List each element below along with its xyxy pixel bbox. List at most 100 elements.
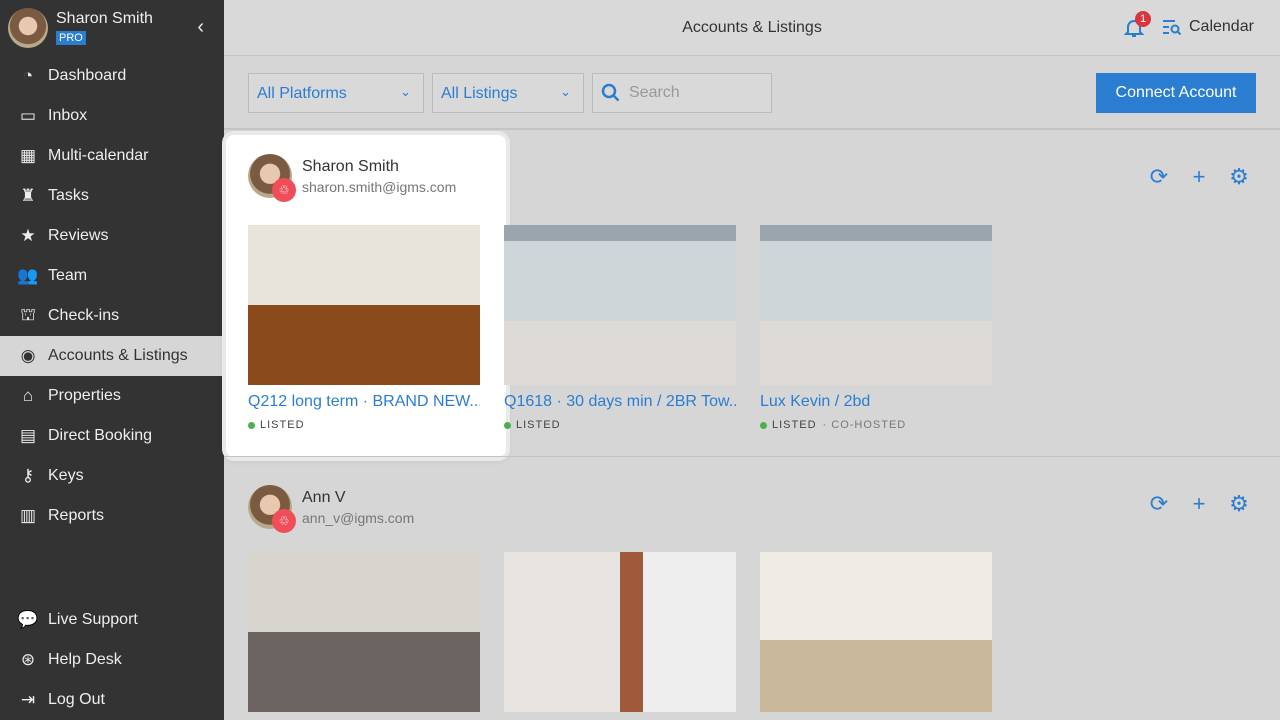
listing-card[interactable]: Lux Kevin / 2bd LISTED · CO-HOSTED <box>760 225 992 431</box>
sidebar-item-label: Check-ins <box>48 307 120 324</box>
listing-title[interactable]: Lux Kevin / 2bd <box>760 393 992 411</box>
sidebar-item-label: Dashboard <box>48 67 127 84</box>
sidebar: Sharon Smith PRO ‹ ◔ Dashboard ▭ Inbox ▦ Mult… <box>0 0 224 720</box>
connect-account-button[interactable]: Connect Account <box>1096 73 1256 113</box>
sidebar-item-label: Direct Booking <box>48 427 153 444</box>
sidebar-item-inbox[interactable]: ▭ Inbox <box>0 96 224 136</box>
inbox-icon: ▭ <box>19 106 37 125</box>
sidebar-item-label: Inbox <box>48 107 88 124</box>
listings-value: All Listings <box>441 85 518 102</box>
status-label: LISTED <box>516 419 561 431</box>
status-dot <box>248 421 255 429</box>
calendar-button[interactable]: Calendar <box>1163 18 1254 36</box>
dashboard-icon: ◔ <box>22 66 34 85</box>
listing-photo[interactable] <box>760 225 992 385</box>
sidebar-item-label: Tasks <box>48 187 89 204</box>
listing-card[interactable] <box>760 552 992 712</box>
chevron-down-icon: ⌄ <box>400 84 411 99</box>
star-icon: ★ <box>20 226 36 245</box>
sidebar-item-direct-booking[interactable]: ▤ Direct Booking <box>0 416 224 456</box>
sidebar-item-accounts-listings[interactable]: ◉ Accounts & Listings <box>0 336 224 376</box>
user-circle-icon: ◉ <box>20 346 36 365</box>
user-name: Sharon Smith <box>56 10 153 27</box>
sidebar-item-live-support[interactable]: 💬 Live Support <box>0 600 224 640</box>
search-input[interactable] <box>629 84 759 102</box>
calendar-icon: ▦ <box>19 146 37 165</box>
tasks-icon: ♜ <box>20 186 36 205</box>
listing-card[interactable] <box>248 552 480 712</box>
listing-title[interactable]: Q212 long term · BRAND NEW... <box>248 393 480 411</box>
platform-value: All Platforms <box>257 85 347 102</box>
sidebar-item-team[interactable]: 👥 Team <box>0 256 224 296</box>
bell-concierge-icon: ⛫ <box>20 305 36 324</box>
sidebar-item-label: Help Desk <box>48 651 122 668</box>
home-icon: ⌂ <box>22 386 34 405</box>
listing-card[interactable]: Q1618 · 30 days min / 2BR Tow... LISTED <box>504 225 736 431</box>
listing-card[interactable] <box>504 552 736 712</box>
status-label: LISTED <box>772 419 817 431</box>
account-header: ♲ Sharon Smith sharon.smith@igms.com <box>248 154 457 202</box>
sidebar-item-log-out[interactable]: ⇥ Log Out <box>0 680 224 720</box>
airbnb-icon: ♲ <box>272 178 296 202</box>
account-section: ♲ Sharon Smith sharon.smith@igms.com ⟳ + ⚙ Q21… <box>224 129 1280 457</box>
sidebar-item-label: Reports <box>48 507 105 524</box>
sidebar-item-label: Reviews <box>48 227 109 244</box>
user-profile[interactable]: Sharon Smith PRO ‹ <box>0 0 224 56</box>
sidebar-item-properties[interactable]: ⌂ Properties <box>0 376 224 416</box>
listing-card[interactable]: Q212 long term · BRAND NEW... LISTED <box>248 225 480 431</box>
sidebar-item-check-ins[interactable]: ⛫ Check-ins <box>0 296 224 336</box>
logout-icon: ⇥ <box>20 690 36 709</box>
sidebar-item-label: Keys <box>48 467 84 484</box>
search-icon <box>601 83 620 102</box>
filter-bar: All Platforms ⌄ All Listings ⌄ Connect Acc… <box>224 56 1280 129</box>
sidebar-item-help-desk[interactable]: ⊛ Help Desk <box>0 640 224 680</box>
sidebar-item-keys[interactable]: ⚷ Keys <box>0 456 224 496</box>
listing-status: LISTED <box>504 419 736 431</box>
plus-icon[interactable]: + <box>1188 164 1210 190</box>
account-email: sharon.smith@igms.com <box>302 178 457 195</box>
gear-icon[interactable]: ⚙ <box>1228 164 1250 190</box>
sidebar-item-multi-calendar[interactable]: ▦ Multi-calendar <box>0 136 224 176</box>
bar-chart-icon: ▥ <box>19 506 37 525</box>
gear-icon[interactable]: ⚙ <box>1228 491 1250 517</box>
sidebar-item-reviews[interactable]: ★ Reviews <box>0 216 224 256</box>
listing-photo[interactable] <box>760 552 992 712</box>
listing-title[interactable]: Q1618 · 30 days min / 2BR Tow... <box>504 393 736 411</box>
listings-select[interactable]: All Listings ⌄ <box>432 73 584 113</box>
code-window-icon: ▤ <box>19 426 37 445</box>
account-email: ann_v@igms.com <box>302 509 415 526</box>
listing-photo[interactable] <box>248 225 480 385</box>
search-box <box>592 73 772 113</box>
notification-badge: 1 <box>1135 11 1151 27</box>
status-dot <box>504 421 511 429</box>
sidebar-item-label: Accounts & Listings <box>48 347 188 364</box>
listing-photo[interactable] <box>504 225 736 385</box>
sidebar-item-tasks[interactable]: ♜ Tasks <box>0 176 224 216</box>
sidebar-item-label: Live Support <box>48 611 138 628</box>
account-header: ♲ Ann V ann_v@igms.com <box>248 485 415 533</box>
status-label: LISTED <box>260 419 305 431</box>
sidebar-item-dashboard[interactable]: ◔ Dashboard <box>0 56 224 96</box>
chevron-down-icon: ⌄ <box>560 84 571 99</box>
sidebar-item-label: Team <box>48 267 88 284</box>
sidebar-item-reports[interactable]: ▥ Reports <box>0 496 224 536</box>
account-name: Ann V <box>302 488 346 506</box>
calendar-search-icon <box>1163 20 1182 35</box>
plus-icon[interactable]: + <box>1188 491 1210 517</box>
airbnb-icon: ♲ <box>272 509 296 533</box>
calendar-label: Calendar <box>1189 18 1254 35</box>
pro-badge: PRO <box>56 31 86 45</box>
refresh-icon[interactable]: ⟳ <box>1148 491 1170 517</box>
listing-photo[interactable] <box>248 552 480 712</box>
listing-status: LISTED · CO-HOSTED <box>760 419 992 431</box>
avatar: ♲ <box>248 154 296 202</box>
listing-photo[interactable] <box>504 552 736 712</box>
platform-select[interactable]: All Platforms ⌄ <box>248 73 424 113</box>
status-dot <box>760 421 767 429</box>
avatar: ♲ <box>248 485 296 533</box>
account-name: Sharon Smith <box>302 157 399 175</box>
listing-status: LISTED <box>248 419 480 431</box>
header: Accounts & Listings 1 Calendar <box>224 0 1280 56</box>
refresh-icon[interactable]: ⟳ <box>1148 164 1170 190</box>
chevron-left-icon[interactable]: ‹ <box>197 16 204 39</box>
